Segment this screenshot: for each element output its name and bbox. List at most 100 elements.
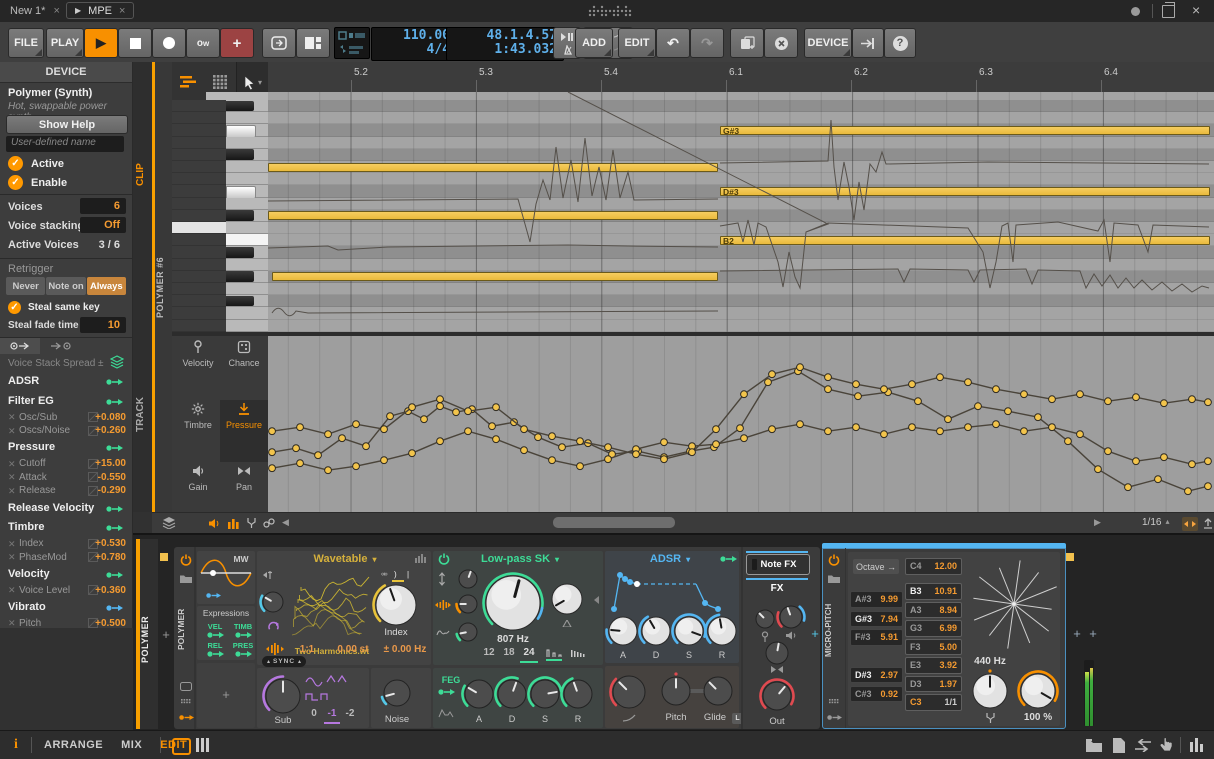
- modulator-row[interactable]: Vibrato: [0, 598, 132, 617]
- pitch-cell-e3[interactable]: E33.92: [905, 657, 962, 674]
- note-row-A#3[interactable]: [268, 100, 1214, 112]
- filter-env-amount-icon[interactable]: [438, 572, 446, 586]
- device-drop-marker[interactable]: [1066, 553, 1074, 561]
- filter-keytrack-knob[interactable]: [454, 618, 482, 646]
- expression-tool-gain[interactable]: Gain: [175, 464, 221, 514]
- mod-route-icon[interactable]: [106, 604, 124, 612]
- edit-button[interactable]: EDIT: [618, 28, 656, 58]
- pitch-cell-fs3[interactable]: F#35.91: [850, 629, 903, 646]
- note-name-D3[interactable]: [172, 198, 226, 210]
- note-row-F#2[interactable]: [268, 295, 1214, 307]
- mod-route-icon[interactable]: [106, 398, 124, 406]
- sub-level-knob[interactable]: [261, 674, 305, 718]
- add-device-button[interactable]: +: [158, 627, 174, 641]
- mod-route-icon[interactable]: [106, 444, 124, 452]
- piano-key-black-C#3[interactable]: [226, 210, 254, 221]
- note-name-C#3[interactable]: [172, 210, 226, 222]
- scroll-right-icon[interactable]: ▶: [1094, 517, 1101, 528]
- mix-knob[interactable]: [1016, 669, 1060, 713]
- close-icon[interactable]: ×: [119, 5, 125, 17]
- modulation-icon[interactable]: [179, 714, 195, 721]
- pitch-cell-d3[interactable]: D31.97: [905, 676, 962, 693]
- midi-note-D#3[interactable]: D#3: [720, 187, 1210, 196]
- mod-route-icon[interactable]: [106, 571, 124, 579]
- track-name[interactable]: POLYMER: [140, 599, 158, 679]
- remove-mod-icon[interactable]: ✕: [8, 585, 16, 596]
- midi-note-G#2[interactable]: [272, 272, 718, 281]
- note-row-A#2[interactable]: [268, 246, 1214, 258]
- mod-amount-value[interactable]: +0.260: [82, 425, 126, 436]
- add-modulator-plus[interactable]: +: [197, 687, 255, 701]
- pitch-cell-b3[interactable]: B310.91: [905, 583, 962, 600]
- sync-badge[interactable]: ▴SYNC▴: [262, 656, 306, 667]
- info-icon[interactable]: i: [14, 737, 18, 753]
- adsr-knob-r[interactable]: [703, 612, 741, 650]
- sub-octave--2[interactable]: -2: [342, 708, 358, 722]
- grid-setting[interactable]: 1/16▴: [1142, 517, 1169, 528]
- piano-key-white-B2[interactable]: [226, 234, 268, 246]
- device-menu-button[interactable]: DEVICE: [804, 28, 852, 58]
- expression-mod-icon[interactable]: [235, 650, 253, 658]
- audition-icon[interactable]: [208, 518, 220, 529]
- adsr-title[interactable]: ADSR: [650, 553, 681, 565]
- dual-panel-button[interactable]: [296, 28, 330, 58]
- layers-icon[interactable]: [110, 355, 124, 369]
- checkbox-icon[interactable]: ✓: [8, 301, 21, 314]
- amp-env-type-select[interactable]: ADSR▾: [640, 553, 700, 565]
- pitch-value[interactable]: 8.94: [939, 605, 957, 615]
- note-name-A3[interactable]: [172, 112, 226, 124]
- spectrum-icon[interactable]: [415, 554, 427, 563]
- device-name-micro-pitch[interactable]: MICRO-PITCH: [824, 588, 840, 672]
- fx-gain-knob[interactable]: [775, 601, 807, 633]
- wavetable-index-knob[interactable]: [371, 580, 421, 630]
- pitch-cell-cs3[interactable]: C#30.92: [850, 686, 903, 703]
- duplicate-button[interactable]: [730, 28, 764, 58]
- note-name-E2[interactable]: [172, 320, 226, 332]
- retrigger-option-never[interactable]: Never: [6, 277, 45, 295]
- pitch-value[interactable]: 0.92: [880, 689, 898, 699]
- browser-panel-icon[interactable]: [1086, 739, 1102, 752]
- remote-controls-icon[interactable]: [829, 698, 839, 705]
- active-toggle[interactable]: ✓Active: [8, 156, 64, 171]
- modulator-row[interactable]: Pressure: [0, 438, 132, 457]
- expression-tool-chance[interactable]: Chance: [221, 340, 267, 390]
- adaptive-grid-icon[interactable]: [1202, 517, 1214, 529]
- mod-target-row[interactable]: ✕Index+0.530: [0, 538, 132, 552]
- fx-chain-label[interactable]: FX: [746, 583, 808, 597]
- remote-controls-icon[interactable]: [181, 698, 191, 705]
- project-tab[interactable]: New 1* ×: [10, 3, 60, 19]
- snap-icon[interactable]: [1182, 517, 1198, 531]
- reference-freq-knob[interactable]: [968, 669, 1012, 713]
- note-row[interactable]: [268, 92, 1214, 100]
- feg-mod-icon[interactable]: [438, 688, 456, 696]
- device-drop-marker[interactable]: [160, 553, 168, 561]
- output-gain-knob[interactable]: [758, 677, 796, 715]
- sub-octave--1[interactable]: -1: [324, 708, 340, 724]
- piano-key-white-C3[interactable]: [226, 222, 268, 234]
- play-menu-button[interactable]: PLAY: [46, 28, 84, 58]
- remove-mod-icon[interactable]: ✕: [8, 539, 16, 550]
- piano-key-black-G#2[interactable]: [226, 271, 254, 282]
- note-fx-chain-button[interactable]: Note FX: [746, 554, 810, 575]
- note-row-G3[interactable]: [268, 137, 1214, 149]
- filter-shape-12db-icon[interactable]: [546, 648, 562, 661]
- engine-status-display[interactable]: [334, 27, 370, 59]
- remove-mod-icon[interactable]: ✕: [8, 618, 16, 629]
- filter-slope-18[interactable]: 18: [500, 647, 518, 661]
- note-row-G2[interactable]: [268, 283, 1214, 295]
- note-name-G3[interactable]: [172, 137, 226, 149]
- song-position[interactable]: 48.1.4.57: [453, 29, 557, 43]
- filter-slope-12[interactable]: 12: [480, 647, 498, 661]
- add-device-end-button[interactable]: +: [1070, 626, 1084, 640]
- piano-key-black-A#2[interactable]: [226, 247, 254, 258]
- punch-in-button[interactable]: [262, 28, 296, 58]
- view-tab-mix[interactable]: MIX: [121, 739, 142, 751]
- wavetable-loop-icon[interactable]: [267, 621, 280, 633]
- link-icon[interactable]: [263, 518, 275, 528]
- tab-clip[interactable]: CLIP: [135, 150, 151, 200]
- adsr-mod-icon[interactable]: [720, 555, 738, 563]
- mod-amount-value[interactable]: +0.780: [82, 552, 126, 563]
- cutoff-value[interactable]: 807 Hz: [488, 634, 538, 648]
- modulator-row[interactable]: Filter EG: [0, 392, 132, 411]
- tab-modulation-sources[interactable]: [0, 338, 40, 354]
